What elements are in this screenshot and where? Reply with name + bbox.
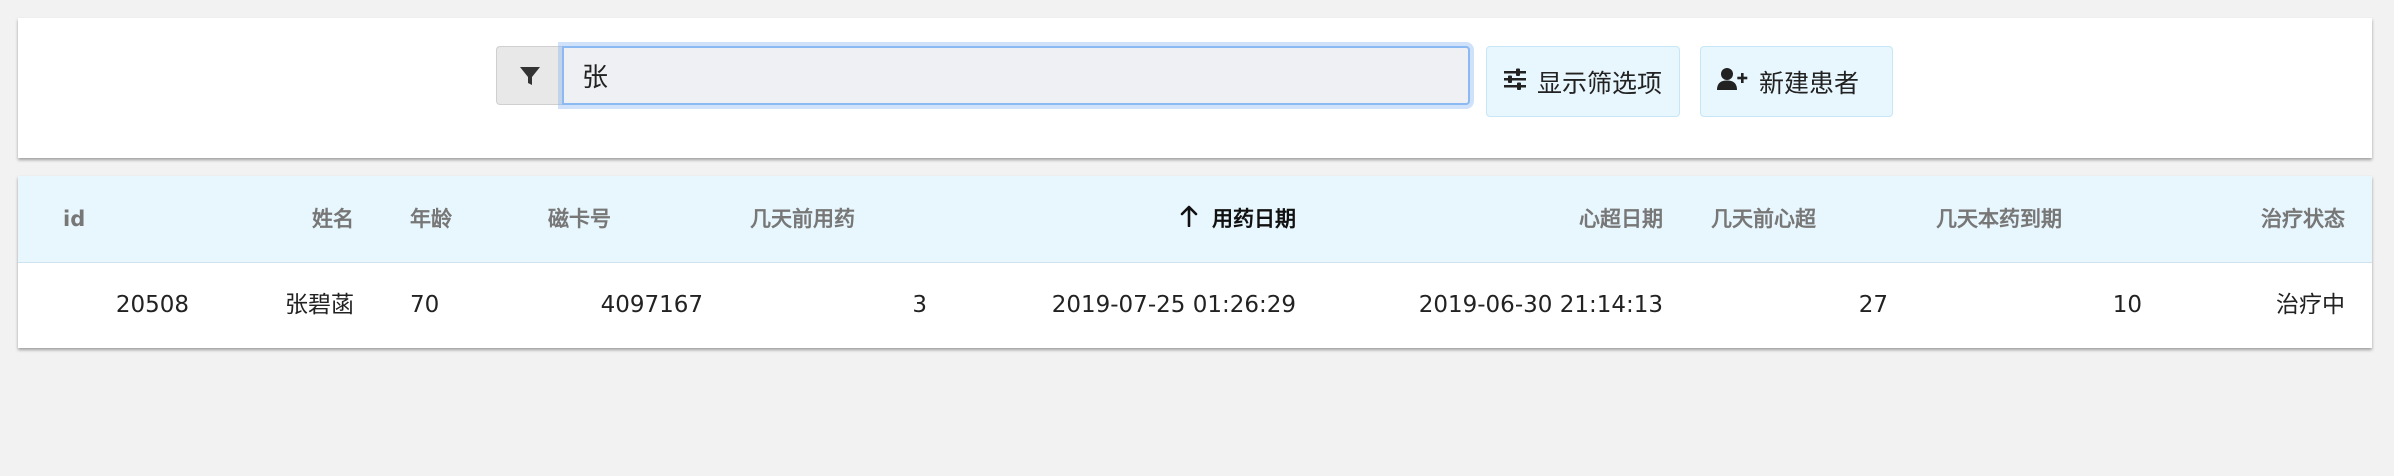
cell-status: 治疗中 (2276, 292, 2345, 318)
cell-days-to-expiry: 10 (2112, 292, 2142, 318)
col-header-echo-date[interactable]: 心超日期 (1579, 176, 1663, 263)
show-filters-button[interactable]: 显示筛选项 (1486, 46, 1680, 117)
cell-med-date: 2019-07-25 01:26:29 (1051, 292, 1296, 318)
col-header-age[interactable]: 年龄 (410, 176, 452, 263)
show-filters-label: 显示筛选项 (1537, 68, 1663, 98)
col-header-med-date[interactable]: 用药日期 (1180, 176, 1296, 263)
cell-id: 20508 (115, 292, 189, 318)
search-input[interactable] (562, 46, 1470, 105)
col-header-days-since-med[interactable]: 几天前用药 (750, 176, 855, 263)
col-header-id[interactable]: id (63, 176, 85, 263)
col-header-status[interactable]: 治疗状态 (2261, 176, 2345, 263)
table-header: id 姓名 年龄 磁卡号 几天前用药 用药日期 心超日期 几天前心超 几天本药到… (18, 176, 2372, 263)
toolbar: 显示筛选项 新建患者 (18, 18, 2372, 158)
cell-days-since-echo: 27 (1858, 292, 1888, 318)
col-header-days-since-echo[interactable]: 几天前心超 (1711, 176, 1816, 263)
cell-card: 4097167 (600, 292, 703, 318)
cell-days-since-med: 3 (912, 292, 927, 318)
new-patient-label: 新建患者 (1759, 68, 1860, 98)
cell-name: 张碧菡 (285, 292, 354, 318)
col-header-name[interactable]: 姓名 (312, 176, 354, 263)
user-plus-icon (1717, 67, 1749, 97)
patient-table: id 姓名 年龄 磁卡号 几天前用药 用药日期 心超日期 几天前心超 几天本药到… (18, 176, 2372, 348)
col-header-card[interactable]: 磁卡号 (548, 176, 611, 263)
cell-echo-date: 2019-06-30 21:14:13 (1418, 292, 1663, 318)
col-header-med-date-label: 用药日期 (1212, 207, 1296, 231)
cell-age: 70 (410, 292, 440, 318)
filter-icon[interactable] (496, 46, 562, 105)
col-header-days-to-expiry[interactable]: 几天本药到期 (1936, 176, 2062, 263)
sort-ascending-icon (1180, 177, 1198, 264)
new-patient-button[interactable]: 新建患者 (1700, 46, 1893, 117)
sliders-icon (1503, 67, 1527, 96)
